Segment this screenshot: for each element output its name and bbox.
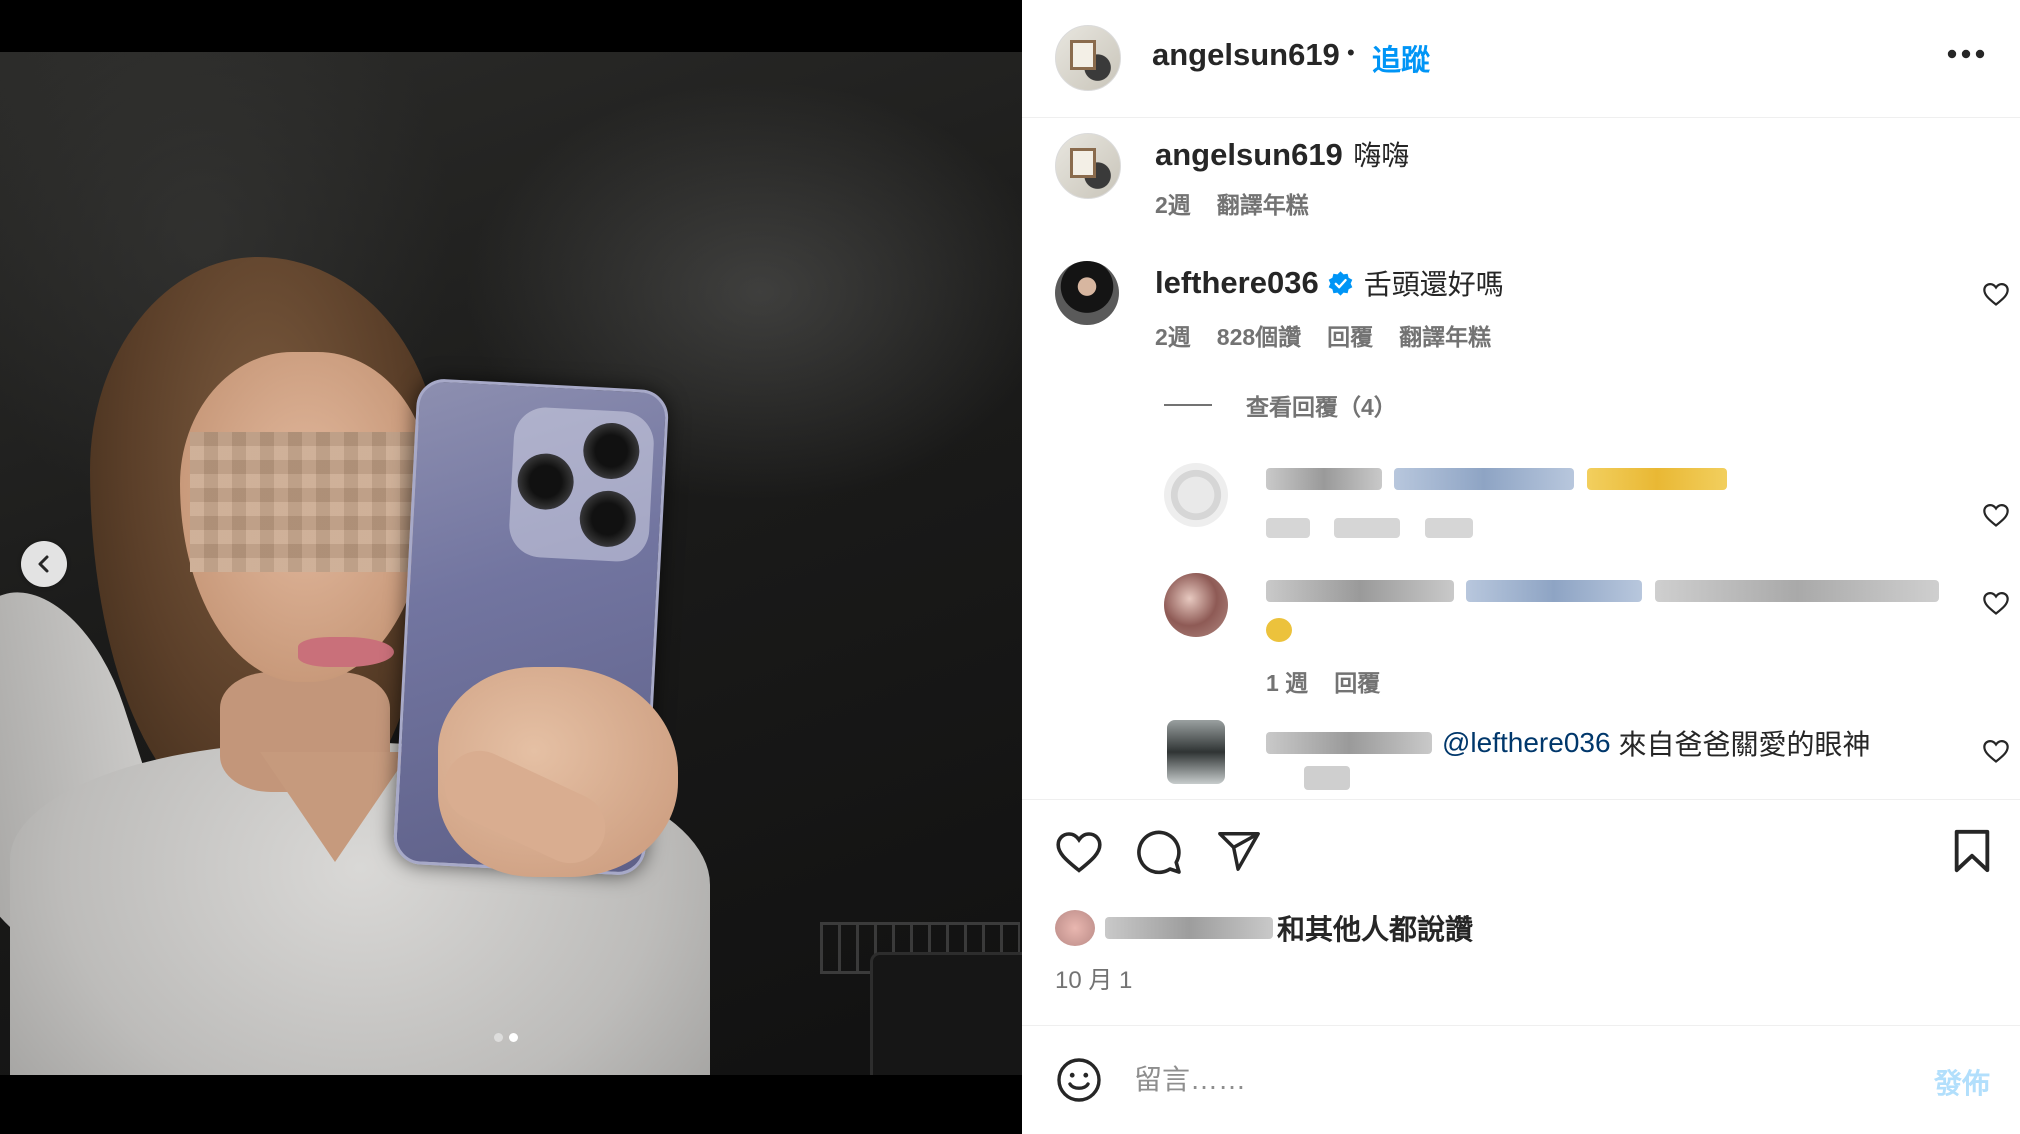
header-username[interactable]: angelsun619: [1152, 37, 1340, 73]
caption-translate[interactable]: 翻譯年糕: [1217, 192, 1309, 218]
caption-avatar[interactable]: [1055, 133, 1121, 199]
blurred-text: [1304, 766, 1350, 790]
likes-summary-text[interactable]: 和其他人都說讚: [1277, 908, 1473, 948]
comment-like-heart-icon[interactable]: [1982, 281, 2010, 307]
blurred-text: [1654, 580, 1939, 602]
caption-time[interactable]: 2週: [1155, 192, 1191, 218]
commenter-avatar[interactable]: [1055, 261, 1119, 325]
blurred-mention: [1394, 468, 1575, 490]
reply-time[interactable]: 1 週: [1266, 670, 1308, 696]
blurred-meta: [1334, 518, 1401, 538]
carousel-dot-active: [509, 1033, 518, 1042]
post-comment-button[interactable]: 發佈: [1934, 1062, 1990, 1102]
blurred-emoji: [1586, 468, 1727, 490]
previous-slide-button[interactable]: [21, 541, 67, 587]
reply-reply-button[interactable]: 回覆: [1334, 670, 1380, 696]
blurred-emoji: [1266, 618, 1292, 642]
post-photo: [0, 52, 1022, 1075]
blurred-username: [1266, 468, 1382, 490]
camera-lens: [516, 452, 576, 511]
more-horizontal-icon[interactable]: [1946, 48, 1986, 60]
reply-like-heart-icon[interactable]: [1982, 738, 2010, 764]
comment-username[interactable]: lefthere036: [1155, 265, 1319, 301]
post-date[interactable]: 10 月 1: [1055, 960, 1132, 995]
post-header: angelsun619 • 追蹤: [1022, 0, 2020, 117]
comment-icon[interactable]: [1135, 828, 1183, 876]
phone-camera-module: [507, 405, 656, 564]
heart-icon[interactable]: [1055, 830, 1103, 874]
post-media: [0, 0, 1022, 1134]
caption-username[interactable]: angelsun619: [1155, 137, 1343, 172]
view-replies-line: [1164, 404, 1212, 406]
comment-box: 發佈: [1022, 1026, 2020, 1134]
view-replies-label: 查看回覆（4）: [1246, 394, 1397, 420]
photo-tongue: [298, 637, 394, 667]
view-replies-toggle[interactable]: 查看回覆（4）: [1164, 388, 1397, 422]
chevron-left-icon: [38, 555, 49, 573]
blurred-meta: [1424, 518, 1473, 538]
blurred-username: [1266, 580, 1454, 602]
likes-summary: 和其他人都說讚: [1055, 908, 1473, 948]
blurred-username: [1266, 732, 1432, 754]
caption-text: 嗨嗨: [1353, 140, 1410, 171]
reply-mention[interactable]: @lefthere036: [1442, 727, 1611, 759]
send-icon[interactable]: [1216, 828, 1262, 874]
carousel-indicator: [494, 1033, 518, 1042]
reply-like-heart-icon[interactable]: [1982, 590, 2010, 616]
follow-button[interactable]: 追蹤: [1372, 37, 1430, 79]
liker-username-blurred[interactable]: [1105, 917, 1273, 939]
photo-luggage: [870, 952, 1022, 1075]
emoji-icon[interactable]: [1055, 1056, 1103, 1104]
camera-lens: [578, 489, 638, 549]
pixelated-face-blur: [190, 432, 420, 572]
comment-time[interactable]: 2週: [1155, 324, 1191, 350]
reply-avatar-blurred[interactable]: [1164, 573, 1228, 637]
liker-avatars-blurred[interactable]: [1055, 910, 1095, 946]
carousel-dot: [494, 1033, 503, 1042]
bookmark-icon[interactable]: [1952, 828, 1992, 874]
comment-input[interactable]: [1132, 1056, 1826, 1104]
blurred-meta: [1266, 518, 1310, 538]
comment-reply-button[interactable]: 回覆: [1327, 324, 1373, 350]
blurred-mention: [1466, 580, 1643, 602]
post-sidebar: angelsun619 • 追蹤 angelsun619 嗨嗨 2週翻譯年糕: [1022, 0, 2020, 1134]
header-separator: •: [1347, 40, 1355, 65]
reply-like-heart-icon[interactable]: [1982, 502, 2010, 528]
author-avatar[interactable]: [1055, 25, 1121, 91]
camera-lens: [581, 421, 641, 481]
reply-avatar-blurred[interactable]: [1164, 463, 1228, 527]
reply-text: 來自爸爸關愛的眼神: [1618, 729, 1871, 760]
action-bar: [1022, 800, 2020, 900]
comments-section: angelsun619 嗨嗨 2週 翻譯年糕 lefthere036 舌頭還好嗎 …: [1022, 118, 2020, 799]
reply-avatar-blurred[interactable]: [1167, 720, 1225, 784]
comment-likes[interactable]: 828個讚: [1217, 324, 1301, 350]
verified-badge-icon: [1328, 270, 1353, 296]
comment-translate[interactable]: 翻譯年糕: [1399, 324, 1491, 350]
comment-text: 舌頭還好嗎: [1363, 269, 1504, 300]
